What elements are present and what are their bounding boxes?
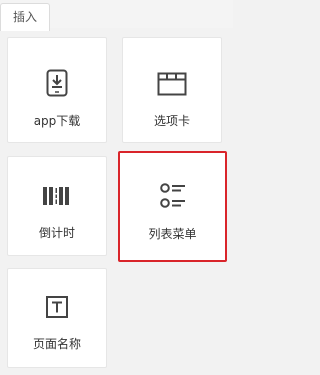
- component-card-app-download[interactable]: app下载: [7, 37, 107, 143]
- component-card-list-menu[interactable]: 列表菜单: [118, 151, 227, 262]
- component-card-tabs[interactable]: 选项卡: [122, 37, 222, 143]
- tab-insert[interactable]: 插入: [0, 3, 50, 31]
- text-t-icon: [46, 296, 68, 318]
- component-card-page-name[interactable]: 页面名称: [7, 268, 107, 368]
- tab-bar: 插入: [0, 0, 233, 31]
- component-card-countdown[interactable]: 倒计时: [7, 156, 107, 256]
- phone-download-icon: [46, 69, 68, 97]
- component-label: app下载: [33, 114, 81, 128]
- component-label: 选项卡: [153, 114, 190, 128]
- component-label: 页面名称: [32, 337, 81, 351]
- tab-window-icon: [157, 72, 187, 96]
- component-label: 倒计时: [38, 226, 75, 240]
- component-label: 列表菜单: [148, 227, 197, 241]
- countdown-bars-icon: [43, 187, 69, 205]
- insert-panel: 插入 app下载 选项卡 倒计时 列表菜单 页面名称: [0, 0, 233, 375]
- list-menu-icon: [159, 183, 185, 208]
